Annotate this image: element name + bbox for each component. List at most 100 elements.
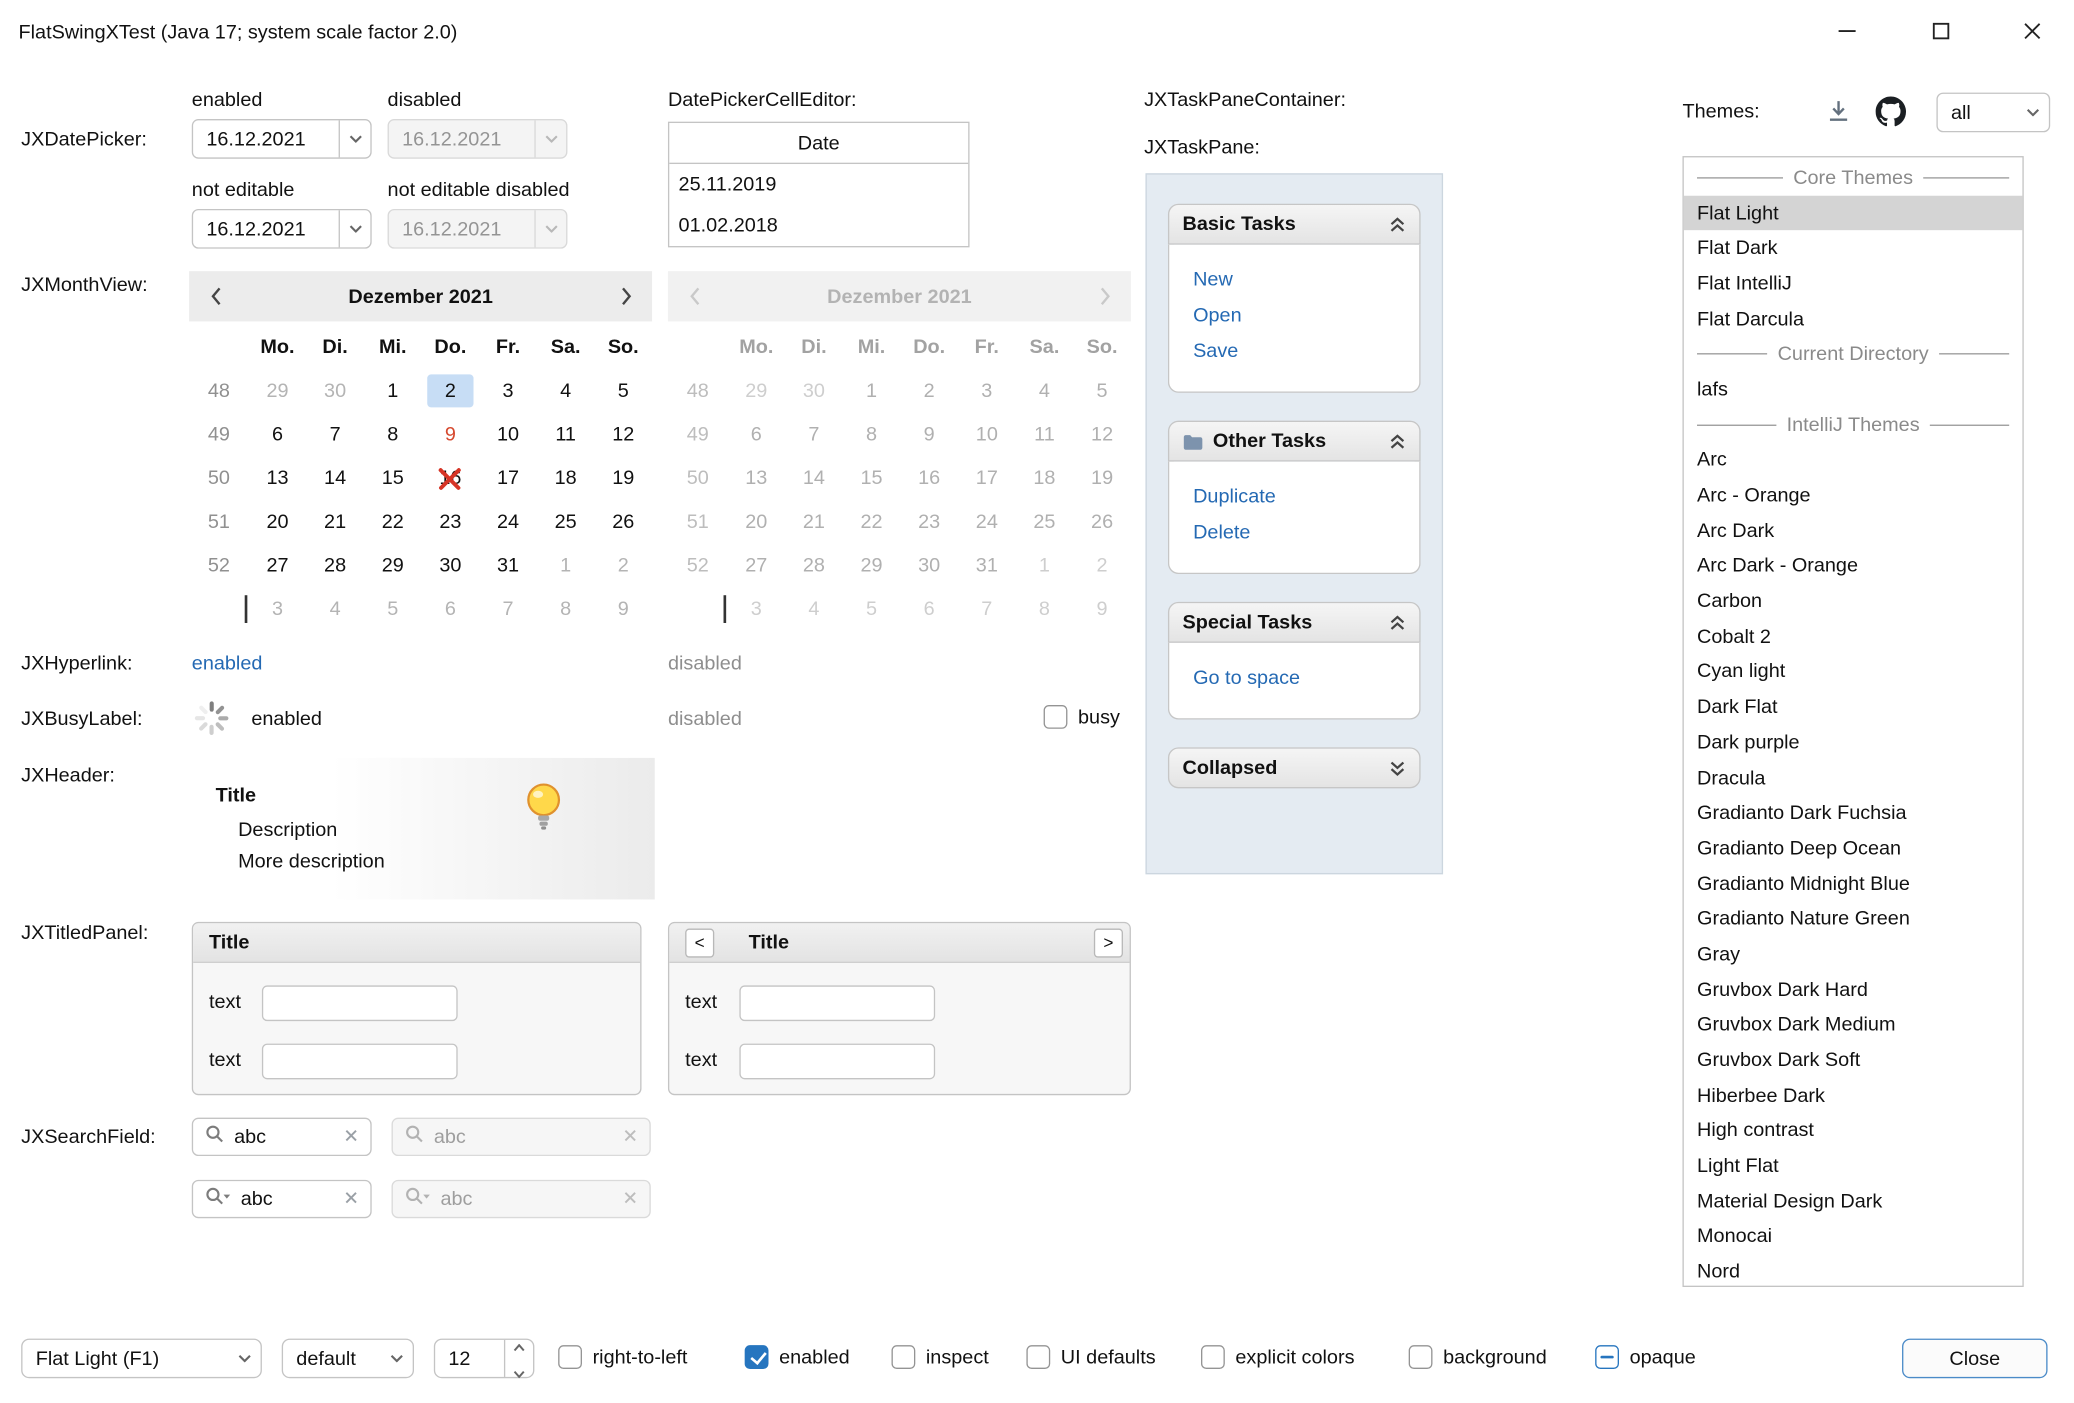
day-cell[interactable]: 23 [422, 500, 480, 544]
day-cell[interactable]: 11 [537, 413, 595, 457]
style-combo[interactable]: default [282, 1339, 414, 1379]
theme-item[interactable]: High contrast [1684, 1113, 2023, 1148]
search-menu-icon[interactable] [205, 1186, 231, 1211]
search-field-with-menu[interactable]: abc [192, 1180, 372, 1218]
chevron-down-icon[interactable] [339, 120, 371, 157]
day-cell[interactable]: 24 [479, 500, 537, 544]
day-cell[interactable]: 30 [306, 369, 364, 413]
day-cell[interactable]: 12 [594, 413, 652, 457]
expand-icon[interactable] [1389, 759, 1406, 778]
day-cell[interactable]: 9 [422, 413, 480, 457]
day-cell[interactable]: 3 [249, 587, 307, 631]
collapse-icon[interactable] [1389, 613, 1406, 632]
day-cell[interactable]: 1 [537, 544, 595, 588]
search-input[interactable]: abc [241, 1188, 335, 1210]
day-cell[interactable]: 7 [306, 413, 364, 457]
search-field[interactable]: abc [192, 1118, 372, 1156]
theme-item[interactable]: Material Design Dark [1684, 1184, 2023, 1219]
close-window-button[interactable] [1989, 0, 2074, 66]
theme-item[interactable]: Gruvbox Dark Soft [1684, 1043, 2023, 1078]
maximize-button[interactable] [1899, 0, 1981, 66]
day-cell[interactable]: 2 [594, 544, 652, 588]
day-cell[interactable]: 6 [422, 587, 480, 631]
day-cell[interactable]: 6 [249, 413, 307, 457]
day-cell[interactable]: 8 [537, 587, 595, 631]
panel-right-button[interactable]: > [1094, 928, 1123, 957]
theme-item[interactable]: Monocai [1684, 1219, 2023, 1254]
font-size-spinner[interactable]: 12 [434, 1339, 535, 1379]
day-cell[interactable]: 9 [594, 587, 652, 631]
task-link[interactable]: Delete [1193, 515, 1406, 551]
day-cell[interactable]: 8 [364, 413, 422, 457]
checkbox[interactable] [1595, 1345, 1619, 1369]
theme-item[interactable]: Dracula [1684, 760, 2023, 795]
taskpane-title[interactable]: Basic Tasks [1168, 204, 1421, 245]
checkbox[interactable] [558, 1345, 582, 1369]
checkbox[interactable] [1409, 1345, 1433, 1369]
checkbox[interactable] [891, 1345, 915, 1369]
clear-icon[interactable] [344, 1126, 359, 1148]
theme-item[interactable]: Flat IntelliJ [1684, 266, 2023, 301]
day-cell[interactable]: 16 [422, 456, 480, 500]
table-row[interactable]: 01.02.2018 [669, 205, 968, 246]
theme-item[interactable]: Cobalt 2 [1684, 619, 2023, 654]
theme-item[interactable]: Gradianto Midnight Blue [1684, 866, 2023, 901]
theme-item[interactable]: Gradianto Dark Fuchsia [1684, 795, 2023, 830]
day-cell[interactable]: 19 [594, 456, 652, 500]
day-cell[interactable]: 3 [479, 369, 537, 413]
theme-item[interactable]: Flat Light [1684, 195, 2023, 230]
text-field[interactable] [262, 985, 458, 1021]
theme-item[interactable]: lafs [1684, 372, 2023, 407]
task-link[interactable]: Save [1193, 333, 1406, 369]
checkbox[interactable] [745, 1345, 769, 1369]
theme-item[interactable]: Gradianto Nature Green [1684, 901, 2023, 936]
day-cell[interactable]: 13 [249, 456, 307, 500]
day-cell[interactable]: 5 [364, 587, 422, 631]
day-cell[interactable]: 20 [249, 500, 307, 544]
day-cell[interactable]: 1 [364, 369, 422, 413]
taskpane-title[interactable]: Special Tasks [1168, 602, 1421, 643]
clear-icon[interactable] [344, 1188, 359, 1210]
day-cell[interactable]: 26 [594, 500, 652, 544]
text-field[interactable] [739, 1044, 935, 1080]
theme-item[interactable]: Arc Dark - Orange [1684, 548, 2023, 583]
themes-filter-combo[interactable]: all [1936, 93, 2050, 133]
next-month-button[interactable] [599, 271, 652, 321]
search-input[interactable]: abc [234, 1126, 335, 1148]
day-cell[interactable]: 25 [537, 500, 595, 544]
day-cell[interactable]: 31 [479, 544, 537, 588]
day-cell[interactable]: 2 [422, 369, 480, 413]
table-row[interactable]: 25.11.2019 [669, 164, 968, 205]
collapse-icon[interactable] [1389, 432, 1406, 451]
theme-item[interactable]: Carbon [1684, 584, 2023, 619]
day-cell[interactable]: 27 [249, 544, 307, 588]
panel-left-button[interactable]: < [685, 928, 714, 957]
close-button[interactable]: Close [1902, 1339, 2047, 1379]
theme-item[interactable]: Flat Dark [1684, 231, 2023, 266]
day-cell[interactable]: 28 [306, 544, 364, 588]
datepicker-not-editable[interactable]: 16.12.2021 [192, 209, 372, 249]
theme-item[interactable]: Gradianto Deep Ocean [1684, 831, 2023, 866]
theme-item[interactable]: Gruvbox Dark Hard [1684, 972, 2023, 1007]
theme-item[interactable]: Arc - Orange [1684, 478, 2023, 513]
day-cell[interactable]: 18 [537, 456, 595, 500]
theme-item[interactable]: Hiberbee Dark [1684, 1078, 2023, 1113]
taskpane-title[interactable]: Other Tasks [1168, 421, 1421, 462]
theme-item[interactable]: Cyan light [1684, 654, 2023, 689]
taskpane-title[interactable]: Collapsed [1168, 747, 1421, 788]
minimize-button[interactable] [1805, 0, 1887, 66]
day-cell[interactable]: 14 [306, 456, 364, 500]
day-cell[interactable]: 7 [479, 587, 537, 631]
checkbox[interactable] [1201, 1345, 1225, 1369]
day-cell[interactable]: 15 [364, 456, 422, 500]
day-cell[interactable]: 4 [306, 587, 364, 631]
busy-checkbox[interactable] [1044, 705, 1068, 729]
theme-item[interactable]: Arc [1684, 442, 2023, 477]
task-link[interactable]: Open [1193, 298, 1406, 334]
theme-item[interactable]: Arc Dark [1684, 513, 2023, 548]
theme-item[interactable]: Gruvbox Dark Medium [1684, 1007, 2023, 1042]
day-cell[interactable]: 17 [479, 456, 537, 500]
theme-item[interactable]: Light Flat [1684, 1148, 2023, 1183]
task-link[interactable]: New [1193, 262, 1406, 298]
theme-item[interactable]: Flat Darcula [1684, 301, 2023, 336]
